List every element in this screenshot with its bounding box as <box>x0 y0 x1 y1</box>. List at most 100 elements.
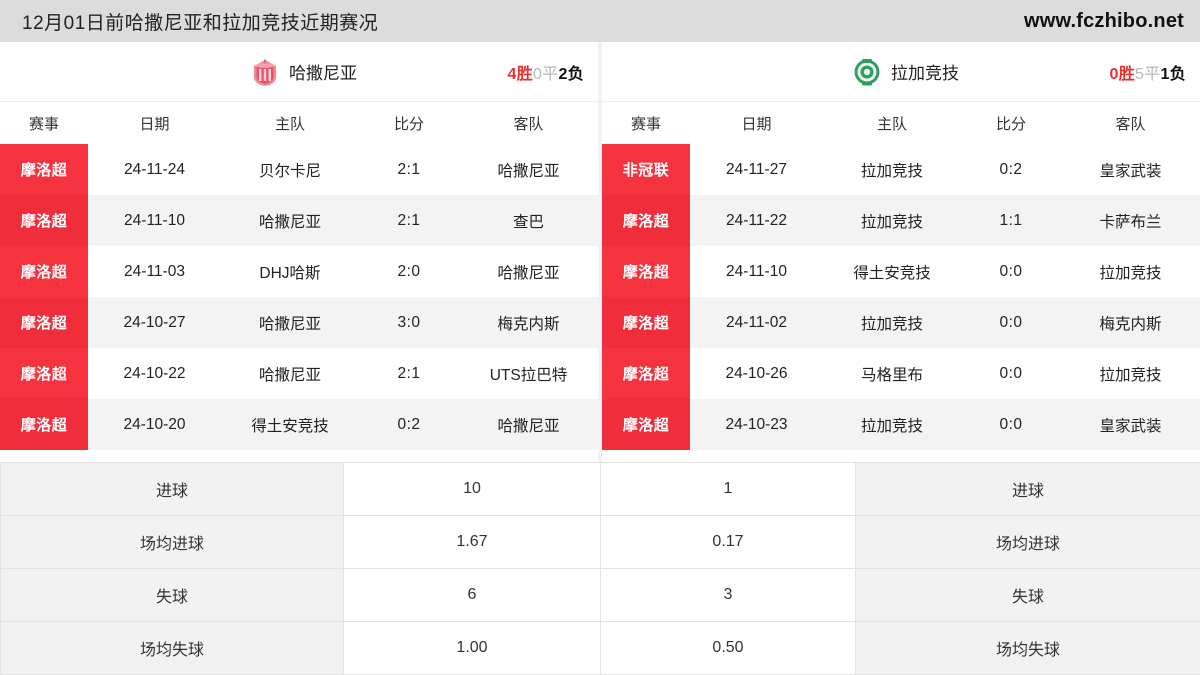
home-cell: 拉加竞技 <box>823 144 961 195</box>
competition-badge: 摩洛超 <box>0 348 88 399</box>
competition-cell: 摩洛超 <box>0 195 88 246</box>
stat-label-right: 进球 <box>856 463 1200 516</box>
table-row[interactable]: 摩洛超 24-10-26 马格里布 0:0 拉加竞技 <box>602 348 1200 399</box>
date-cell: 24-11-27 <box>690 144 823 195</box>
stat-value-right: 1 <box>601 463 856 516</box>
left-draws: 0平 <box>533 66 559 83</box>
right-team-record: 0胜5平1负 <box>1110 60 1187 84</box>
left-col-date: 日期 <box>88 102 221 144</box>
date-cell: 24-11-10 <box>690 246 823 297</box>
score-cell: 1:1 <box>961 195 1061 246</box>
table-row[interactable]: 摩洛超 24-11-10 哈撒尼亚 2:1 查巴 <box>0 195 598 246</box>
date-cell: 24-10-27 <box>88 297 221 348</box>
away-cell: 哈撒尼亚 <box>459 246 598 297</box>
right-col-home: 主队 <box>823 102 961 144</box>
date-cell: 24-11-03 <box>88 246 221 297</box>
home-cell: 拉加竞技 <box>823 195 961 246</box>
table-row[interactable]: 摩洛超 24-10-23 拉加竞技 0:0 皇家武装 <box>602 399 1200 450</box>
competition-cell: 非冠联 <box>602 144 690 195</box>
right-col-away: 客队 <box>1061 102 1200 144</box>
score-cell: 2:1 <box>359 195 459 246</box>
left-wins: 4胜 <box>508 66 534 83</box>
red-crest-icon <box>251 57 279 87</box>
left-team-name: 哈撒尼亚 <box>289 59 357 84</box>
table-row[interactable]: 摩洛超 24-11-24 贝尔卡尼 2:1 哈撒尼亚 <box>0 144 598 195</box>
away-cell: 哈撒尼亚 <box>459 144 598 195</box>
right-wins: 0胜 <box>1110 66 1136 83</box>
away-cell: 拉加竞技 <box>1061 348 1200 399</box>
table-row[interactable]: 摩洛超 24-11-10 得土安竞技 0:0 拉加竞技 <box>602 246 1200 297</box>
stat-label-right: 场均进球 <box>856 516 1200 569</box>
right-table-body: 非冠联 24-11-27 拉加竞技 0:2 皇家武装 摩洛超 24-11-22 … <box>602 144 1200 450</box>
right-header-row: 赛事 日期 主队 比分 客队 <box>602 102 1200 144</box>
date-cell: 24-10-23 <box>690 399 823 450</box>
competition-badge: 摩洛超 <box>602 246 690 297</box>
left-team-identity: 哈撒尼亚 <box>241 57 357 87</box>
competition-badge: 摩洛超 <box>0 195 88 246</box>
competition-cell: 摩洛超 <box>602 246 690 297</box>
stat-value-right: 3 <box>601 569 856 622</box>
competition-cell: 摩洛超 <box>0 246 88 297</box>
right-draws: 5平 <box>1135 66 1161 83</box>
away-cell: 皇家武装 <box>1061 144 1200 195</box>
table-row[interactable]: 摩洛超 24-10-27 哈撒尼亚 3:0 梅克内斯 <box>0 297 598 348</box>
competition-cell: 摩洛超 <box>602 399 690 450</box>
competition-cell: 摩洛超 <box>0 144 88 195</box>
table-row[interactable]: 摩洛超 24-10-22 哈撒尼亚 2:1 UTS拉巴特 <box>0 348 598 399</box>
stats-body: 进球 10 1 进球 场均进球 1.67 0.17 场均进球 失球 6 3 失球 <box>1 463 1200 675</box>
away-cell: UTS拉巴特 <box>459 348 598 399</box>
date-cell: 24-10-26 <box>690 348 823 399</box>
stats-table: 进球 10 1 进球 场均进球 1.67 0.17 场均进球 失球 6 3 失球 <box>0 462 1200 675</box>
table-row[interactable]: 摩洛超 24-11-02 拉加竞技 0:0 梅克内斯 <box>602 297 1200 348</box>
right-col-score: 比分 <box>961 102 1061 144</box>
score-cell: 2:0 <box>359 246 459 297</box>
date-cell: 24-11-24 <box>88 144 221 195</box>
date-cell: 24-10-20 <box>88 399 221 450</box>
left-table-body: 摩洛超 24-11-24 贝尔卡尼 2:1 哈撒尼亚 摩洛超 24-11-10 … <box>0 144 598 450</box>
home-cell: 哈撒尼亚 <box>221 195 359 246</box>
score-cell: 0:0 <box>961 246 1061 297</box>
page-title: 12月01日前哈撒尼亚和拉加竞技近期赛况 <box>22 8 378 35</box>
competition-badge: 摩洛超 <box>0 399 88 450</box>
table-row[interactable]: 摩洛超 24-11-22 拉加竞技 1:1 卡萨布兰 <box>602 195 1200 246</box>
away-cell: 拉加竞技 <box>1061 246 1200 297</box>
score-cell: 2:1 <box>359 348 459 399</box>
stat-label-left: 场均失球 <box>1 622 344 675</box>
score-cell: 0:0 <box>961 399 1061 450</box>
right-team-identity: 拉加竞技 <box>843 57 959 87</box>
green-crest-icon <box>853 57 881 87</box>
comparison-panels: 哈撒尼亚 4胜0平2负 赛事 日期 主队 比分 客队 <box>0 42 1200 462</box>
right-col-date: 日期 <box>690 102 823 144</box>
left-header-row: 赛事 日期 主队 比分 客队 <box>0 102 598 144</box>
left-team-panel: 哈撒尼亚 4胜0平2负 赛事 日期 主队 比分 客队 <box>0 42 598 462</box>
table-row[interactable]: 摩洛超 24-10-20 得土安竞技 0:2 哈撒尼亚 <box>0 399 598 450</box>
score-cell: 0:2 <box>961 144 1061 195</box>
stat-label-right: 失球 <box>856 569 1200 622</box>
away-cell: 查巴 <box>459 195 598 246</box>
table-row[interactable]: 非冠联 24-11-27 拉加竞技 0:2 皇家武装 <box>602 144 1200 195</box>
home-cell: 拉加竞技 <box>823 297 961 348</box>
stat-value-right: 0.17 <box>601 516 856 569</box>
score-cell: 0:0 <box>961 297 1061 348</box>
left-matches-table: 赛事 日期 主队 比分 客队 摩洛超 24-11-24 贝尔卡尼 2:1 哈撒尼… <box>0 102 598 450</box>
left-team-header: 哈撒尼亚 4胜0平2负 <box>0 42 598 102</box>
home-cell: 哈撒尼亚 <box>221 348 359 399</box>
site-watermark: www.fczhibo.net <box>1024 10 1184 33</box>
stat-label-left: 场均进球 <box>1 516 344 569</box>
stat-value-left: 1.67 <box>344 516 601 569</box>
left-team-record: 4胜0平2负 <box>508 60 585 84</box>
right-losses: 1负 <box>1161 66 1187 83</box>
date-cell: 24-11-22 <box>690 195 823 246</box>
score-cell: 2:1 <box>359 144 459 195</box>
right-matches-table: 赛事 日期 主队 比分 客队 非冠联 24-11-27 拉加竞技 0:2 皇家武… <box>602 102 1200 450</box>
stat-value-left: 6 <box>344 569 601 622</box>
away-cell: 卡萨布兰 <box>1061 195 1200 246</box>
left-col-score: 比分 <box>359 102 459 144</box>
competition-badge: 摩洛超 <box>602 399 690 450</box>
score-cell: 0:2 <box>359 399 459 450</box>
right-col-competition: 赛事 <box>602 102 690 144</box>
right-table-head: 赛事 日期 主队 比分 客队 <box>602 102 1200 144</box>
table-row[interactable]: 摩洛超 24-11-03 DHJ哈斯 2:0 哈撒尼亚 <box>0 246 598 297</box>
home-cell: 贝尔卡尼 <box>221 144 359 195</box>
stat-value-left: 10 <box>344 463 601 516</box>
